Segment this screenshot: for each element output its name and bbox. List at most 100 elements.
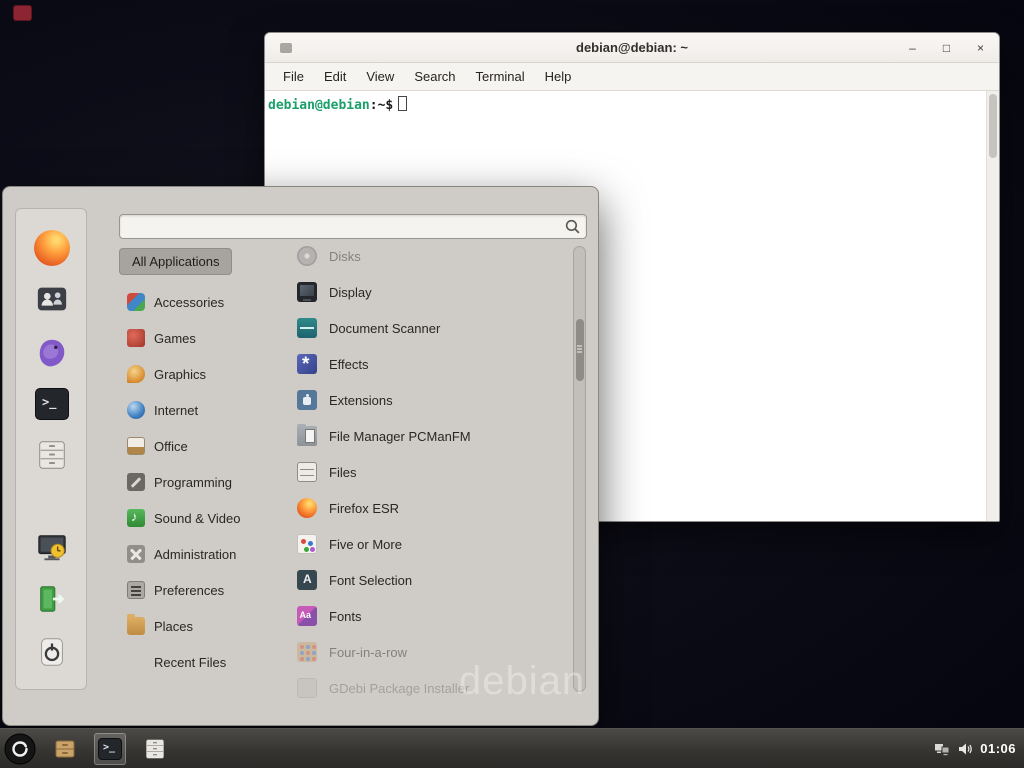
close-button[interactable]: × [974,41,987,55]
graphics-icon [127,365,145,383]
app-item-fonts[interactable]: Fonts [265,598,571,634]
files-icon [297,462,317,482]
app-label: Firefox ESR [329,501,399,516]
menu-item-edit[interactable]: Edit [314,65,356,88]
preferences-icon [127,581,145,599]
category-item-places[interactable]: Places [119,608,271,644]
menu-item-search[interactable]: Search [404,65,465,88]
text-cursor [398,96,407,111]
category-item-administration[interactable]: Administration [119,536,271,572]
menu-item-terminal[interactable]: Terminal [466,65,535,88]
app-label: Extensions [329,393,393,408]
volume-icon[interactable] [957,741,973,757]
sidebar-item-pidgin[interactable] [30,331,74,375]
menu-button[interactable] [4,733,36,765]
app-label: File Manager PCManFM [329,429,471,444]
app-item-document-scanner[interactable]: Document Scanner [265,310,571,346]
terminal-icon [35,388,69,420]
window-title: debian@debian: ~ [576,40,688,55]
sidebar-item-user-accounts[interactable] [30,277,74,321]
files-icon [143,737,167,761]
app-item-font-selection[interactable]: Font Selection [265,562,571,598]
category-label: Recent Files [154,655,226,670]
category-item-internet[interactable]: Internet [119,392,271,428]
search-input[interactable] [119,214,587,239]
clock[interactable]: 01:06 [980,741,1016,756]
lock-screen-icon [35,530,69,564]
taskbar: 01:06 [0,728,1024,768]
sidebar-item-shut-down[interactable] [30,630,74,674]
menu-item-file[interactable]: File [273,65,314,88]
category-label: Sound & Video [154,511,241,526]
taskbar-item-terminal[interactable] [94,733,126,765]
category-label: Places [154,619,193,634]
category-item-graphics[interactable]: Graphics [119,356,271,392]
app-label: Files [329,465,356,480]
office-icon [127,437,145,455]
app-item-five-or-more[interactable]: Five or More [265,526,571,562]
effects-icon [297,354,317,374]
prompt-user-host: debian@debian [268,98,370,113]
app-item-file-manager-pcmanfm[interactable]: File Manager PCManFM [265,418,571,454]
category-item-games[interactable]: Games [119,320,271,356]
sidebar-item-log-out[interactable] [30,577,74,621]
display-icon [297,282,317,302]
app-list-scrollbar-thumb[interactable] [576,319,584,381]
category-label: Preferences [154,583,224,598]
category-item-sound-video[interactable]: Sound & Video [119,500,271,536]
sidebar-item-files[interactable] [30,433,74,477]
system-tray: 01:06 [934,741,1024,757]
user-accounts-icon [35,282,69,316]
app-item-files[interactable]: Files [265,454,571,490]
category-item-accessories[interactable]: Accessories [119,284,271,320]
app-item-firefox-esr[interactable]: Firefox ESR [265,490,571,526]
network-icon[interactable] [934,741,950,757]
category-item-all-applications[interactable]: All Applications [119,248,232,275]
app-item-extensions[interactable]: Extensions [265,382,571,418]
disks-icon [297,246,317,266]
terminal-scrollbar[interactable] [986,91,999,521]
taskbar-item-files[interactable] [139,733,171,765]
shut-down-icon [35,635,69,669]
app-item-display[interactable]: Display [265,274,571,310]
app-item-disks[interactable]: Disks [265,238,571,274]
category-label: Accessories [154,295,224,310]
debian-watermark: debian [459,659,585,704]
sidebar-item-lock-screen[interactable] [30,525,74,569]
category-item-preferences[interactable]: Preferences [119,572,271,608]
titlebar[interactable]: debian@debian: ~ – □ × [265,33,999,63]
category-label: Graphics [154,367,206,382]
window-controls: – □ × [906,33,987,63]
desktop-corner-icon[interactable] [14,6,31,20]
games-icon [127,329,145,347]
gdebi-icon [297,678,317,698]
category-label: All Applications [132,254,219,269]
document-scanner-icon [297,318,317,338]
app-list-scrollbar[interactable] [573,246,586,692]
minimize-button[interactable]: – [906,41,919,55]
maximize-button[interactable]: □ [940,41,953,55]
app-label: GDebi Package Installer [329,681,469,696]
terminal-scrollbar-thumb[interactable] [989,94,997,158]
taskbar-item-file-manager[interactable] [49,733,81,765]
administration-icon [127,545,145,563]
menu-item-view[interactable]: View [356,65,404,88]
app-list: Disks Display Document Scanner Effects E… [265,238,571,706]
four-in-a-row-icon [297,642,317,662]
app-label: Display [329,285,372,300]
shell-prompt: debian@debian:~$ [268,98,393,113]
terminal-menubar: File Edit View Search Terminal Help [265,63,999,91]
app-item-effects[interactable]: Effects [265,346,571,382]
category-item-office[interactable]: Office [119,428,271,464]
category-item-programming[interactable]: Programming [119,464,271,500]
file-cabinet-icon [35,438,69,472]
app-label: Fonts [329,609,362,624]
menu-item-help[interactable]: Help [535,65,582,88]
accessories-icon [127,293,145,311]
sidebar-item-terminal[interactable] [30,382,74,426]
menu-search [119,214,587,239]
category-item-recent-files[interactable]: Recent Files [119,644,271,680]
pidgin-icon [35,336,69,370]
drawer-icon [53,737,77,761]
sidebar-item-firefox[interactable] [30,226,74,270]
